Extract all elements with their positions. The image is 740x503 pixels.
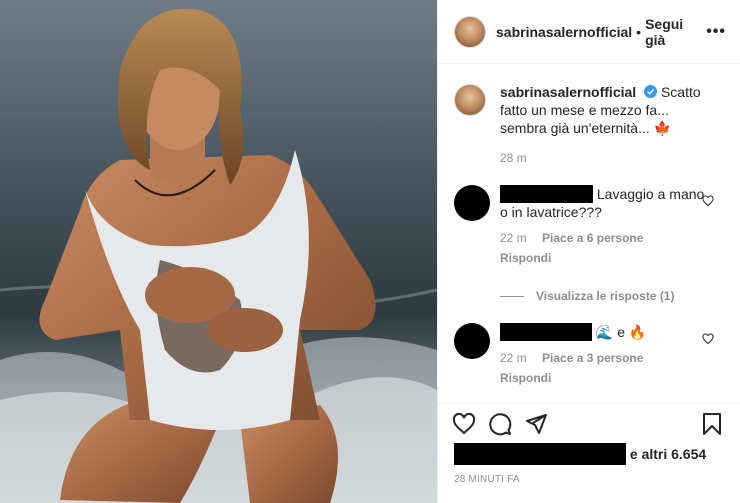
replies-divider bbox=[500, 295, 524, 297]
heart-icon[interactable] bbox=[452, 412, 476, 436]
post-photo[interactable] bbox=[0, 0, 437, 503]
heart-icon[interactable] bbox=[702, 195, 714, 207]
redacted-avatar[interactable] bbox=[454, 323, 490, 359]
author-username[interactable]: sabrinasalernofficial bbox=[496, 24, 632, 40]
post-caption: sabrinasalernofficial Scatto fatto un me… bbox=[454, 83, 724, 137]
caption-text-block: sabrinasalernofficial Scatto fatto un me… bbox=[500, 83, 715, 137]
comment-meta: 22 m Piace a 3 persone bbox=[500, 349, 710, 367]
post-timestamp[interactable]: 28 MINUTI FA bbox=[454, 474, 520, 485]
share-icon[interactable] bbox=[524, 412, 548, 436]
following-button[interactable]: Segui già bbox=[645, 16, 706, 48]
caption-username[interactable]: sabrinasalernofficial bbox=[500, 84, 636, 100]
post-details-panel: sabrinasalernofficial • Segui già ••• sa… bbox=[437, 0, 740, 503]
maple-leaf-emoji: 🍁 bbox=[653, 120, 672, 136]
header-separator: • bbox=[636, 23, 642, 40]
fire-emoji: 🔥 bbox=[628, 324, 647, 340]
likes-count: e altri 6.654 bbox=[629, 446, 707, 462]
comments-list[interactable]: sabrinasalernofficial Scatto fatto un me… bbox=[438, 65, 740, 402]
comment-item: Lavaggio a mano o in lavatrice??? 22 m P… bbox=[454, 185, 724, 267]
comment-body: 🌊 e 🔥 22 m Piace a 3 persone Rispondi bbox=[500, 323, 710, 387]
comment-item: 🌊 e 🔥 22 m Piace a 3 persone Rispondi bbox=[454, 323, 724, 387]
photo-illustration bbox=[0, 0, 437, 503]
comment-meta: 22 m Piace a 6 persone bbox=[500, 229, 710, 247]
comment-time[interactable]: 22 m bbox=[500, 351, 527, 365]
likes-summary[interactable]: e altri 6.654 bbox=[454, 443, 706, 465]
bookmark-icon[interactable] bbox=[700, 412, 724, 436]
verified-badge-icon bbox=[644, 85, 658, 98]
caption-timestamp[interactable]: 28 m bbox=[500, 151, 724, 165]
comment-likes[interactable]: Piace a 3 persone bbox=[542, 351, 643, 365]
post-header: sabrinasalernofficial • Segui già ••• bbox=[438, 0, 740, 64]
view-replies-button[interactable]: Visualizza le risposte (1) bbox=[500, 289, 724, 303]
comment-icon[interactable] bbox=[488, 412, 512, 436]
more-options-icon[interactable]: ••• bbox=[706, 23, 726, 41]
view-replies-label: Visualizza le risposte (1) bbox=[536, 289, 675, 303]
post-actions-bar bbox=[438, 403, 740, 447]
redacted-liker[interactable] bbox=[454, 443, 626, 465]
redacted-username[interactable] bbox=[500, 323, 592, 341]
reply-button[interactable]: Rispondi bbox=[500, 369, 710, 387]
comment-body: Lavaggio a mano o in lavatrice??? 22 m P… bbox=[500, 185, 710, 267]
comment-time[interactable]: 22 m bbox=[500, 231, 527, 245]
caption-avatar[interactable] bbox=[454, 84, 486, 116]
comment-likes[interactable]: Piace a 6 persone bbox=[542, 231, 643, 245]
author-avatar[interactable] bbox=[454, 15, 486, 48]
comment-text: 🌊 e bbox=[595, 324, 629, 340]
redacted-username[interactable] bbox=[500, 185, 593, 203]
redacted-avatar[interactable] bbox=[454, 185, 490, 221]
heart-icon[interactable] bbox=[702, 333, 714, 345]
reply-button[interactable]: Rispondi bbox=[500, 249, 710, 267]
